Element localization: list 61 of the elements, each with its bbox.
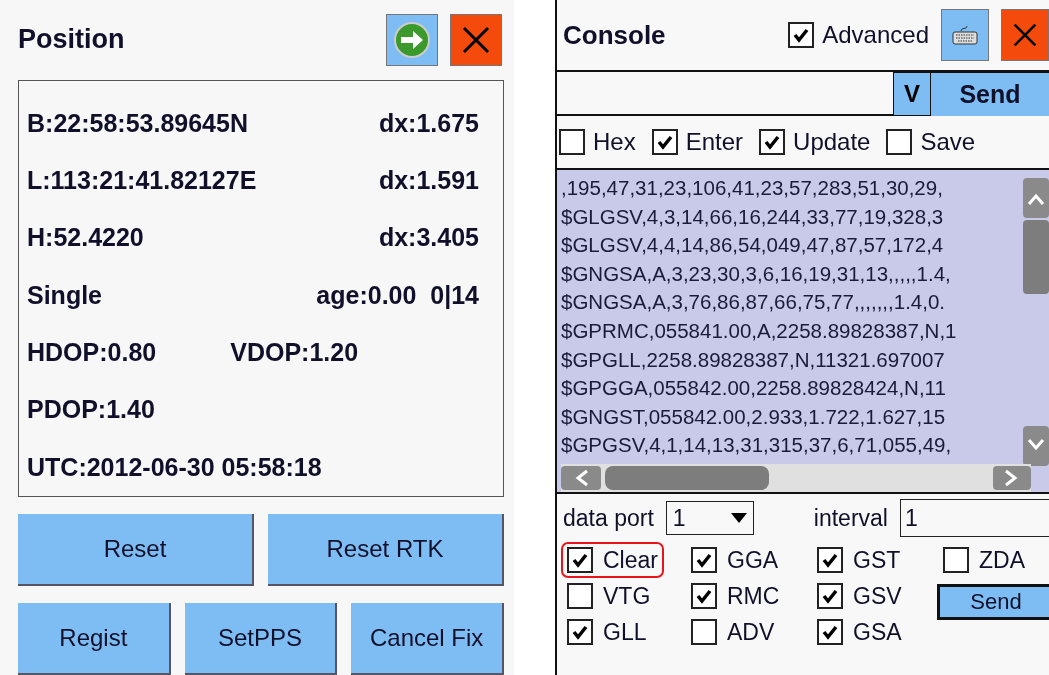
- send-button[interactable]: Send: [931, 72, 1049, 116]
- close-button[interactable]: [1001, 9, 1049, 61]
- console-line: $GPGGA,055842.00,2258.89828424,N,11: [561, 375, 947, 402]
- info-text: B:22:58:53.89645N: [27, 108, 248, 138]
- advanced-checkbox[interactable]: Advanced: [788, 21, 929, 49]
- close-button[interactable]: [450, 13, 502, 66]
- console-line: $GNGSA,A,3,23,30,3,6,16,19,31,13,,,,,1.4,: [561, 260, 952, 287]
- interval-field[interactable]: 1: [899, 499, 1049, 537]
- info-text: dx:1.591: [378, 166, 479, 195]
- caret-icon: [730, 513, 747, 523]
- message-checkbox[interactable]: ZDA: [937, 542, 1031, 578]
- horizontal-scrollbar[interactable]: [561, 464, 1031, 492]
- console-line: $GPRMC,055841.00,A,2258.89828387,N,1: [561, 317, 958, 344]
- console-line: $GLGSV,4,4,14,86,54,049,47,87,57,172,4: [561, 232, 945, 259]
- keyboard-button[interactable]: [941, 9, 989, 61]
- info-text: dx:1.675: [378, 108, 479, 138]
- message-checkbox[interactable]: Clear: [561, 542, 664, 578]
- close-icon: [461, 24, 491, 55]
- message-checkbox[interactable]: GST: [811, 542, 907, 578]
- console-line: $GNGSA,A,3,76,86,87,66,75,77,,,,,,,1.4,0.: [561, 289, 947, 316]
- send-button[interactable]: Send: [937, 584, 1049, 620]
- option-checkbox[interactable]: Save: [886, 128, 976, 156]
- console-line: $GLGSV,4,3,14,66,16,244,33,77,19,328,3: [561, 203, 945, 230]
- info-text: UTC:2012-06-30 05:58:18: [27, 452, 322, 482]
- message-checkbox[interactable]: RMC: [685, 578, 786, 614]
- message-checkbox[interactable]: VTG: [561, 578, 657, 614]
- action-button[interactable]: Reset RTK: [268, 514, 504, 586]
- action-button[interactable]: Regist: [18, 603, 171, 675]
- data-port-label: data port: [563, 504, 654, 532]
- console-line: $GPGLL,2258.89828387,N,11321.697007: [561, 346, 946, 373]
- action-button[interactable]: Reset: [18, 514, 254, 586]
- keyboard-icon: [952, 25, 978, 45]
- action-button[interactable]: Cancel Fix: [351, 603, 504, 675]
- console-line: $GNGST,055842.00,2.933,1.722,1.627,15: [561, 403, 947, 430]
- info-text: dx:3.405: [378, 223, 479, 253]
- console-line: ,195,47,31,23,106,41,23,57,283,51,30,29,: [561, 175, 944, 201]
- action-button[interactable]: SetPPS: [184, 603, 338, 675]
- option-checkbox[interactable]: Enter: [651, 128, 744, 156]
- option-checkbox[interactable]: Update: [759, 128, 871, 156]
- info-text: Single: [27, 280, 102, 310]
- panel-title: Position: [18, 24, 125, 56]
- console-line: $GPGSV,4,1,14,13,31,315,37,6,71,055,49,: [561, 432, 953, 459]
- option-checkbox[interactable]: Hex: [559, 128, 636, 156]
- message-checkbox[interactable]: GLL: [561, 614, 653, 650]
- panel-title: Console: [563, 19, 667, 51]
- message-checkbox[interactable]: GSV: [811, 578, 908, 614]
- close-icon: [1012, 22, 1038, 48]
- info-text: age:0.00 0|14: [316, 280, 479, 310]
- message-checkbox[interactable]: GGA: [685, 542, 785, 578]
- info-text: HDOP:0.80: [27, 338, 157, 368]
- interval-label: interval: [813, 504, 888, 532]
- next-button[interactable]: [386, 13, 438, 66]
- data-port-dropdown[interactable]: 1: [665, 501, 754, 535]
- info-text: L:113:21:41.82127E: [27, 166, 257, 195]
- message-checkbox[interactable]: GSA: [811, 614, 908, 650]
- message-checkbox[interactable]: ADV: [685, 614, 781, 650]
- dropdown-button[interactable]: V: [893, 72, 931, 116]
- arrow-right-icon: [392, 19, 432, 60]
- info-text: VDOP:1.20: [230, 338, 359, 368]
- info-text: PDOP:1.40: [27, 395, 155, 425]
- info-text: H:52.4220: [27, 223, 144, 253]
